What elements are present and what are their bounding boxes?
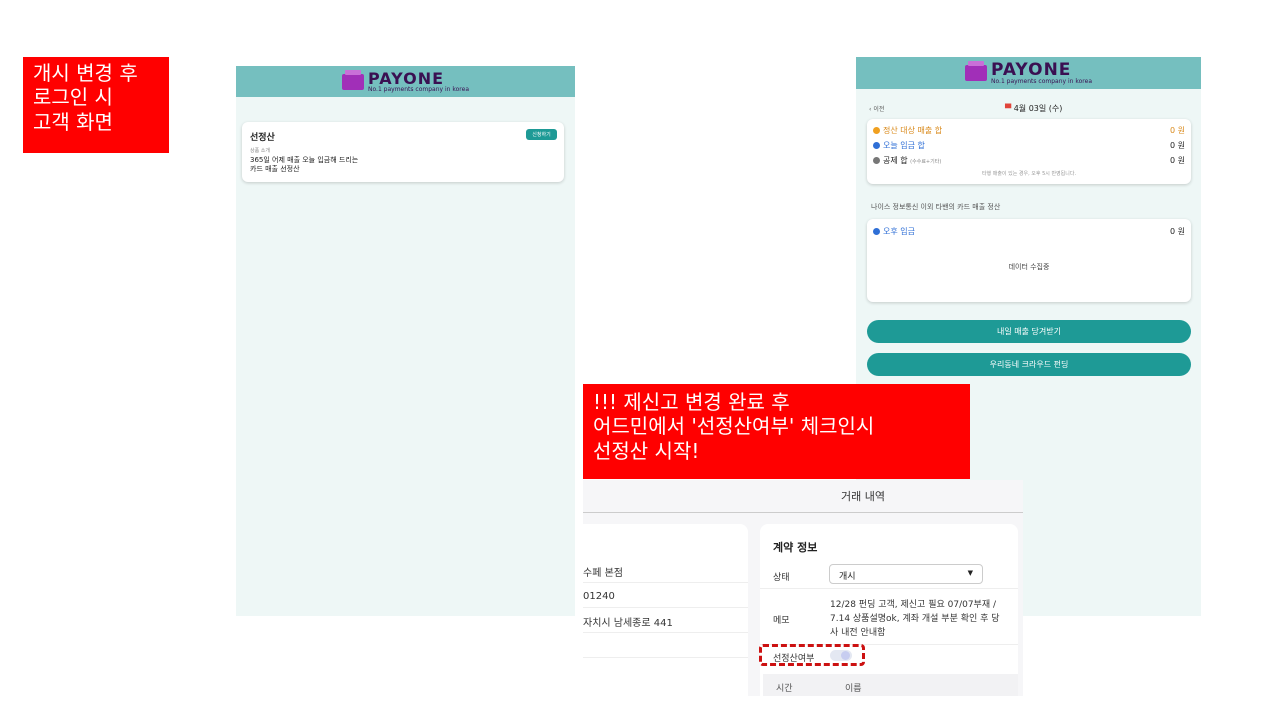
brand-tagline: No.1 payments company in korea [990, 77, 1093, 85]
admin-note-label: !!! 제신고 변경 완료 후 어드민에서 '선정산여부' 체크인시 선정산 시… [583, 384, 970, 479]
card-logo-icon [964, 61, 987, 81]
afternoon-card: 오후 입금 0 원 데이터 수집중 [867, 219, 1191, 302]
summary-label: 오늘 입금 합 [883, 141, 925, 150]
summary-row-today: 오늘 입금 합 0 원 [873, 140, 1185, 151]
summary-sub: (수수료+기타) [910, 159, 942, 165]
section-caption: 나이스 정보통신 이외 타밴의 카드 매출 정산 [871, 203, 1001, 211]
table-header: 시간 이름 [763, 674, 1018, 696]
card-title: 선정산 [250, 133, 275, 143]
left-row-4 [583, 635, 748, 658]
left-row-2: 01240 [583, 585, 748, 608]
date-label: 4월 03일 (수) [1013, 104, 1063, 113]
collecting-text: 데이터 수집중 [1008, 263, 1050, 271]
admin-left-panel: 수페 본점 01240 자치시 남세종로 441 [583, 524, 748, 696]
memo-label: 메모 [773, 616, 790, 626]
payone-logo: PAYONE No.1 payments company in korea [964, 59, 1093, 85]
date-selector[interactable]: ▀ 4월 03일 (수) [1005, 103, 1062, 114]
summary-note: 타행 매출이 있는 경우, 오후 5시 반영됩니다. [981, 171, 1077, 177]
crowdfunding-button[interactable]: 우리동네 크라우드 펀딩 [867, 353, 1191, 376]
apply-button[interactable]: 신청하기 [526, 129, 557, 140]
left-row-1: 수페 본점 [583, 560, 748, 583]
left-row-3: 자치시 남세종로 441 [583, 610, 748, 633]
divider [760, 588, 1018, 589]
presettle-card: 선정산 신청하기 상품 소개 365일 어제 매출 오늘 입금해 드리는 카드 … [242, 122, 564, 182]
summary-row-target: 정산 대상 매출 합 0 원 [873, 125, 1185, 136]
summary-value: 0 원 [1170, 126, 1185, 135]
calendar-icon: ▀ [1005, 104, 1014, 113]
summary-row-deduction: 공제 합 (수수료+기타) 0 원 [873, 155, 1185, 166]
admin-header: 거래 내역 [583, 480, 1023, 513]
payone-logo: PAYONE No.1 payments company in korea [341, 68, 470, 93]
memo-text: 12/28 펀딩 고객, 제신고 필요 07/07부재 / 7.14 상품설명o… [830, 600, 1000, 638]
col-time: 시간 [776, 684, 793, 694]
admin-header-title: 거래 내역 [841, 490, 885, 503]
caret-down-icon: ▼ [967, 569, 973, 577]
app-header: PAYONE No.1 payments company in korea [856, 57, 1201, 89]
afternoon-row: 오후 입금 0 원 [873, 226, 1185, 237]
admin-screen: 거래 내역 수페 본점 01240 자치시 남세종로 441 계약 정보 상태 … [583, 480, 1023, 696]
summary-card: 정산 대상 매출 합 0 원 오늘 입금 합 0 원 공제 합 (수수료+기타)… [867, 119, 1191, 184]
info-icon [873, 142, 880, 149]
summary-value: 0 원 [1170, 156, 1185, 165]
login-note-label: 개시 변경 후 로그인 시 고객 화면 [23, 57, 169, 153]
brand-tagline: No.1 payments company in korea [367, 85, 470, 93]
app-header: PAYONE No.1 payments company in korea [236, 66, 575, 97]
back-label: 이전 [873, 106, 885, 113]
customer-screen-before: PAYONE No.1 payments company in korea 선정… [236, 66, 575, 616]
brand-name: PAYONE [990, 59, 1072, 80]
info-icon [873, 228, 880, 235]
brand-name: PAYONE [367, 68, 445, 88]
intro-line-2: 카드 매출 선정산 [250, 165, 300, 173]
contract-title: 계약 정보 [773, 541, 818, 554]
back-button[interactable]: ‹ 이전 [869, 104, 884, 113]
minus-circle-icon [873, 157, 880, 164]
pull-tomorrow-button[interactable]: 내일 매출 당겨받기 [867, 320, 1191, 343]
afternoon-value: 0 원 [1170, 227, 1185, 236]
summary-value: 0 원 [1170, 141, 1185, 150]
status-label: 상태 [773, 573, 790, 583]
presettle-highlight [759, 644, 865, 666]
summary-label: 정산 대상 매출 합 [883, 126, 943, 135]
contract-panel: 계약 정보 상태 개시 ▼ 메모 12/28 펀딩 고객, 제신고 필요 07/… [759, 524, 1018, 696]
coin-icon [873, 127, 880, 134]
card-logo-icon [341, 69, 364, 90]
status-value: 개시 [839, 572, 856, 582]
col-name: 이름 [845, 684, 862, 694]
summary-label: 공제 합 [883, 156, 908, 165]
status-select[interactable]: 개시 ▼ [829, 564, 983, 584]
afternoon-label: 오후 입금 [883, 227, 915, 236]
intro-label: 상품 소개 [250, 148, 270, 154]
